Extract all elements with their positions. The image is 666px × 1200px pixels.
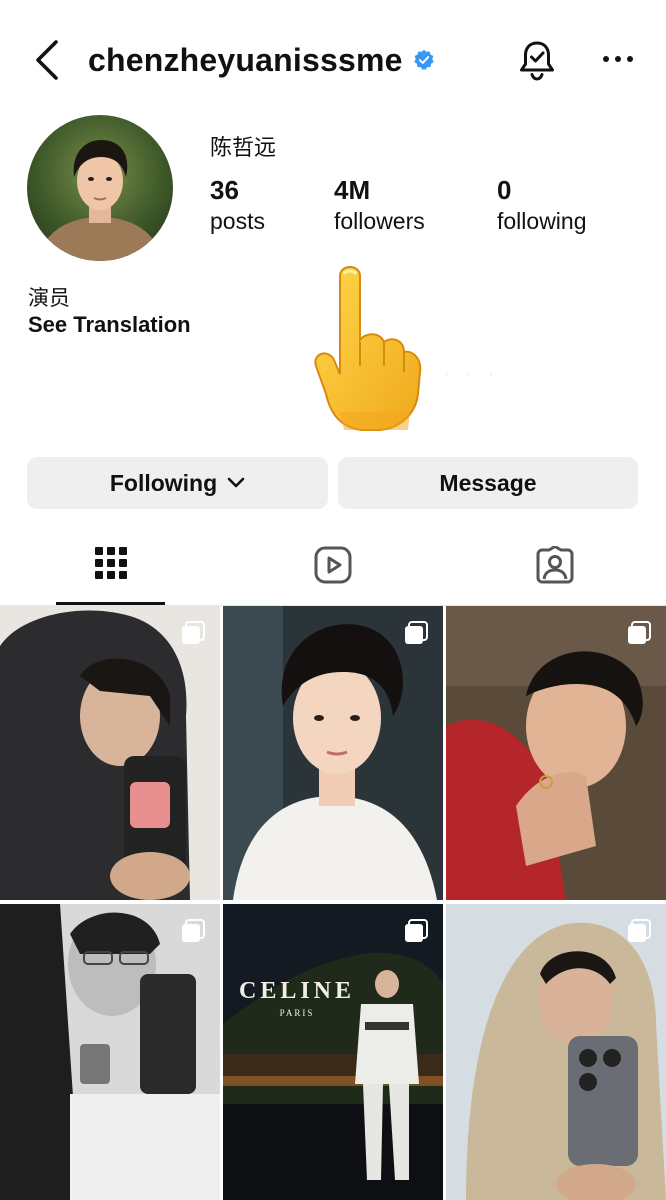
notification-bell-icon[interactable]: [516, 38, 558, 82]
multiple-photos-icon: [182, 621, 205, 644]
posts-count[interactable]: 36 posts: [210, 174, 265, 236]
chevron-down-icon: [227, 477, 245, 488]
pointing-up-emoji-icon: [300, 262, 430, 434]
multiple-photos-icon: [182, 919, 205, 942]
multiple-photos-icon: [628, 621, 651, 644]
username: chenzheyuanisssme: [88, 41, 403, 78]
posts-grid: CELINE PARIS: [0, 606, 666, 1200]
faint-dots: · · ·: [445, 369, 501, 380]
following-button[interactable]: Following: [27, 457, 328, 509]
post-tile[interactable]: [0, 904, 220, 1200]
celine-logo-text: CELINE: [238, 978, 356, 1004]
more-options-icon[interactable]: [598, 44, 638, 74]
profile-avatar[interactable]: [27, 115, 173, 261]
message-button[interactable]: Message: [338, 457, 638, 509]
followers-count-label: followers: [334, 208, 425, 234]
multiple-photos-icon: [405, 621, 428, 644]
verified-badge-icon: [413, 49, 434, 70]
posts-count-label: posts: [210, 208, 265, 234]
see-translation-link[interactable]: See Translation: [28, 312, 191, 338]
tab-reels[interactable]: [222, 540, 444, 604]
following-count-label: following: [497, 208, 587, 234]
tab-posts-grid[interactable]: [0, 540, 222, 604]
post-tile[interactable]: [0, 606, 220, 900]
message-button-label: Message: [439, 469, 537, 496]
posts-count-value: 36: [210, 175, 239, 205]
username-header: chenzheyuanisssme: [88, 40, 435, 80]
multiple-photos-icon: [405, 919, 428, 942]
following-button-label: Following: [109, 469, 218, 496]
tagged-person-icon: [536, 546, 574, 584]
post-tile[interactable]: CELINE PARIS: [223, 904, 443, 1200]
grid-icon: [95, 547, 127, 579]
following-count-value: 0: [497, 175, 512, 205]
post-tile[interactable]: [446, 606, 666, 900]
followers-count[interactable]: 4M followers: [334, 174, 425, 236]
profile-bio: 演员: [28, 287, 70, 310]
post-tile[interactable]: [223, 606, 443, 900]
following-count[interactable]: 0 following: [497, 174, 587, 236]
followers-count-value: 4M: [334, 175, 371, 205]
tab-tagged[interactable]: [444, 540, 666, 604]
multiple-photos-icon: [628, 919, 651, 942]
celine-logo-subtext: PARIS: [279, 1008, 315, 1018]
reels-icon: [314, 546, 352, 584]
post-tile[interactable]: [446, 904, 666, 1200]
back-arrow-icon[interactable]: [30, 38, 66, 82]
display-name: 陈哲远: [210, 135, 277, 160]
top-bar: chenzheyuanisssme: [0, 0, 666, 120]
